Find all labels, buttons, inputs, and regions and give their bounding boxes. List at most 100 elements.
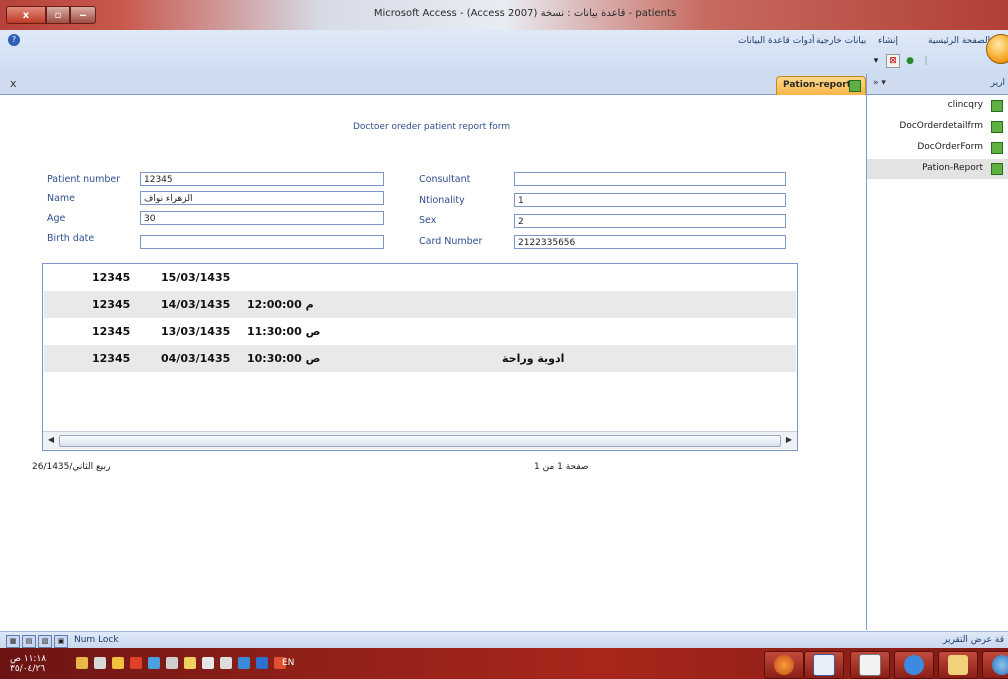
sex-label: Sex <box>419 215 437 226</box>
report-title: Doctoer oreder patient report form <box>353 122 511 132</box>
taskbar-app-4[interactable] <box>894 651 934 679</box>
card-number-field[interactable]: 2122335656 <box>514 235 786 249</box>
orders-subreport: 12345 15/03/1435 12345 14/03/1435 12:00:… <box>42 263 798 451</box>
report-icon <box>991 163 1003 175</box>
patient-number-label: Patient number <box>47 174 121 185</box>
row-id: 12345 <box>92 325 131 338</box>
shield-icon[interactable] <box>112 657 124 669</box>
close-document-icon[interactable]: x <box>10 77 17 90</box>
row-time: 12:00:00 م <box>247 298 314 311</box>
word-icon <box>813 654 835 676</box>
form-icon <box>991 142 1003 154</box>
dropdown-arrow-icon[interactable]: ▾ <box>870 55 882 67</box>
taskbar-app-3[interactable] <box>850 651 890 679</box>
clock[interactable]: ١١:١٨ ص ٣٥/٠٤/٢٦ <box>10 654 46 674</box>
settings-icon[interactable] <box>166 657 178 669</box>
report-icon <box>849 80 861 92</box>
report-view-icon[interactable]: ▤ <box>22 635 36 648</box>
row-id: 12345 <box>92 271 131 284</box>
arrow-icon[interactable] <box>76 657 88 669</box>
design-view-icon[interactable]: ▣ <box>54 635 68 648</box>
window-controls: x ▫ ‒ <box>6 6 96 24</box>
flag-icon[interactable] <box>94 657 106 669</box>
tab-database-tools[interactable]: أدوات قاعدة البيانات <box>738 36 815 46</box>
sex-field[interactable]: 2 <box>514 214 786 228</box>
row-date: 04/03/1435 <box>161 352 231 365</box>
row-time: 10:30:00 ص <box>247 352 321 365</box>
report-view: Doctoer oreder patient report form Patie… <box>0 95 866 630</box>
antivirus-icon[interactable] <box>130 657 142 669</box>
taskbar: ١١:١٨ ص ٣٥/٠٤/٢٦ EN <box>0 648 1008 679</box>
document-tab-bar: x Pation-report <box>0 74 866 95</box>
maximize-button[interactable]: ▫ <box>46 6 70 24</box>
consultant-label: Consultant <box>419 174 471 185</box>
patient-number-field[interactable]: 12345 <box>140 172 384 186</box>
browser-icon <box>904 655 924 675</box>
tool-icon[interactable] <box>184 657 196 669</box>
update-icon[interactable] <box>238 657 250 669</box>
row-date: 13/03/1435 <box>161 325 231 338</box>
horizontal-scrollbar[interactable]: ◀ ▶ <box>43 431 797 449</box>
taskbar-app-6[interactable] <box>982 651 1008 679</box>
query-icon <box>991 100 1003 112</box>
name-field[interactable]: الزهراء نواف <box>140 191 384 205</box>
tab-label: Pation-report <box>783 80 852 90</box>
row-date: 14/03/1435 <box>161 298 231 311</box>
minimize-button[interactable]: ‒ <box>70 6 96 24</box>
navigation-pane: » ▾ ارير clincqry DocOrderdetailfrm DocO… <box>866 74 1008 630</box>
scroll-left-icon[interactable]: ◀ <box>45 434 57 446</box>
status-bar: ▦ ▤ ▧ ▣ Num Lock قة عرض التقرير <box>0 631 1008 649</box>
print-preview-icon[interactable]: ▧ <box>38 635 52 648</box>
nav-item-docorderform[interactable]: DocOrderForm <box>867 138 1008 158</box>
system-tray <box>76 657 286 669</box>
table-row: 12345 13/03/1435 11:30:00 ص <box>44 318 796 345</box>
language-indicator[interactable]: EN <box>282 658 294 668</box>
nav-item-docorderdetailfrm[interactable]: DocOrderdetailfrm <box>867 117 1008 137</box>
ribbon: ? الصفحة الرئيسية إنشاء بيانات خارجية أد… <box>0 30 1008 75</box>
tab-home[interactable]: الصفحة الرئيسية <box>928 36 990 46</box>
sync-icon[interactable] <box>256 657 268 669</box>
row-date: 15/03/1435 <box>161 271 231 284</box>
device-icon[interactable] <box>202 657 214 669</box>
name-label: Name <box>47 193 76 204</box>
taskbar-app-1[interactable] <box>764 651 804 679</box>
footer-page: صفحة 1 من 1 <box>534 462 589 472</box>
nationality-field[interactable]: 1 <box>514 193 786 207</box>
footer-date: 26/ربيع الثاني/1435 <box>32 462 111 472</box>
scrollbar-thumb[interactable] <box>59 435 781 447</box>
scroll-right-icon[interactable]: ▶ <box>783 434 795 446</box>
close-window-button[interactable]: x <box>6 6 46 24</box>
birth-date-label: Birth date <box>47 233 95 244</box>
windows-icon <box>992 655 1008 675</box>
tab-external-data[interactable]: بيانات خارجية <box>816 36 866 46</box>
age-field[interactable]: 30 <box>140 211 384 225</box>
title-bar: x ▫ ‒ Microsoft Access - (Access 2007) ق… <box>0 0 1008 30</box>
nationality-label: Ntionality <box>419 195 465 206</box>
collapse-icon[interactable]: » ▾ <box>873 78 886 88</box>
nav-item-label: DocOrderdetailfrm <box>899 121 983 131</box>
taskbar-app-2[interactable] <box>804 651 844 679</box>
nav-item-label: Pation-Report <box>922 163 983 173</box>
row-note: ادوية وراحة <box>502 352 565 365</box>
volume-icon[interactable] <box>220 657 232 669</box>
tab-create[interactable]: إنشاء <box>878 36 898 46</box>
table-row: 12345 14/03/1435 12:00:00 م <box>44 291 796 318</box>
separator-icon: | <box>924 56 928 66</box>
nav-item-pation-report[interactable]: Pation-Report <box>867 159 1008 179</box>
app-circle-icon <box>774 655 794 675</box>
row-time: 11:30:00 ص <box>247 325 321 338</box>
network-icon[interactable] <box>148 657 160 669</box>
layout-view-icon[interactable]: ▦ <box>6 635 20 648</box>
help-icon[interactable]: ? <box>8 34 20 46</box>
nav-item-clincqry[interactable]: clincqry <box>867 96 1008 116</box>
refresh-icon[interactable]: ● <box>904 55 916 67</box>
consultant-field[interactable] <box>514 172 786 186</box>
age-label: Age <box>47 213 66 224</box>
tab-pation-report[interactable]: Pation-report <box>776 76 866 95</box>
birth-date-field[interactable] <box>140 235 384 249</box>
taskbar-app-5[interactable] <box>938 651 978 679</box>
nav-item-label: clincqry <box>947 100 983 110</box>
pdf-icon[interactable]: ⊠ <box>886 54 900 68</box>
clock-date: ٣٥/٠٤/٢٦ <box>10 664 46 674</box>
office-button[interactable] <box>986 34 1008 64</box>
